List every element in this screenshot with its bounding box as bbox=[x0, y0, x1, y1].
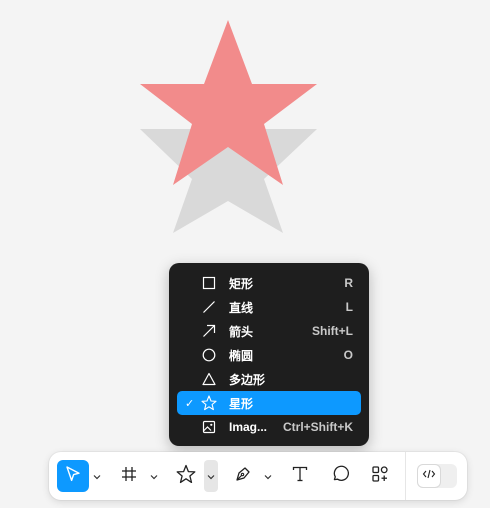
move-cursor-icon bbox=[64, 465, 82, 488]
menu-item-label: 矩形 bbox=[229, 276, 254, 291]
frame-tool-button[interactable] bbox=[113, 460, 145, 492]
menu-item-image[interactable]: Imag... Ctrl+Shift+K bbox=[169, 415, 369, 439]
shape-tool-button[interactable] bbox=[170, 460, 202, 492]
pen-tool-chevron[interactable] bbox=[263, 466, 273, 486]
ellipse-icon bbox=[201, 347, 217, 363]
chevron-down-icon bbox=[264, 467, 272, 485]
chevron-down-icon bbox=[150, 467, 158, 485]
shape-tool-chevron[interactable] bbox=[204, 460, 218, 492]
menu-item-shortcut: R bbox=[344, 276, 353, 290]
menu-item-shortcut: O bbox=[343, 348, 353, 362]
dev-mode-knob bbox=[418, 465, 440, 487]
menu-item-label: Imag... bbox=[229, 420, 268, 434]
menu-item-label: 直线 bbox=[229, 300, 254, 315]
arrow-icon bbox=[201, 323, 217, 339]
menu-item-line[interactable]: 直线 L bbox=[169, 295, 369, 319]
shape-tools-menu: 矩形 R 直线 L 箭头 Shift+L 椭圆 O 多边形 ✓ 星形 Imag.… bbox=[169, 263, 369, 446]
star-icon bbox=[201, 395, 217, 411]
menu-item-label: 星形 bbox=[229, 396, 254, 411]
comment-tool-button[interactable] bbox=[324, 460, 356, 492]
dev-mode-toggle[interactable] bbox=[417, 464, 457, 488]
line-icon bbox=[201, 299, 217, 315]
frame-icon bbox=[120, 465, 138, 488]
check-icon: ✓ bbox=[185, 397, 195, 410]
menu-item-arrow[interactable]: 箭头 Shift+L bbox=[169, 319, 369, 343]
menu-item-label: 椭圆 bbox=[229, 348, 254, 363]
actions-tool-button[interactable] bbox=[364, 460, 396, 492]
move-tool-button[interactable] bbox=[57, 460, 89, 492]
image-icon bbox=[201, 419, 217, 435]
chevron-down-icon bbox=[93, 467, 101, 485]
text-tool-button[interactable] bbox=[284, 460, 316, 492]
menu-item-star[interactable]: ✓ 星形 bbox=[177, 391, 361, 415]
move-tool-chevron[interactable] bbox=[92, 466, 102, 486]
rectangle-icon bbox=[201, 275, 217, 291]
toolbar-divider bbox=[405, 452, 406, 500]
dev-mode-icon bbox=[422, 467, 436, 485]
pen-icon bbox=[234, 465, 252, 488]
frame-tool-chevron[interactable] bbox=[149, 466, 159, 486]
menu-item-shortcut: Shift+L bbox=[312, 324, 353, 338]
polygon-icon bbox=[201, 371, 217, 387]
star-icon bbox=[176, 464, 196, 489]
pen-tool-button[interactable] bbox=[227, 460, 259, 492]
menu-item-label: 箭头 bbox=[229, 324, 254, 339]
menu-item-rectangle[interactable]: 矩形 R bbox=[169, 271, 369, 295]
comment-icon bbox=[331, 465, 350, 488]
menu-item-shortcut: Ctrl+Shift+K bbox=[282, 420, 353, 434]
bottom-toolbar bbox=[49, 452, 467, 500]
menu-item-polygon[interactable]: 多边形 bbox=[169, 367, 369, 391]
menu-item-label: 多边形 bbox=[229, 372, 266, 387]
text-icon bbox=[291, 465, 309, 488]
menu-item-shortcut: L bbox=[345, 300, 353, 314]
menu-item-ellipse[interactable]: 椭圆 O bbox=[169, 343, 369, 367]
actions-icon bbox=[371, 465, 389, 488]
chevron-down-icon bbox=[207, 467, 215, 485]
